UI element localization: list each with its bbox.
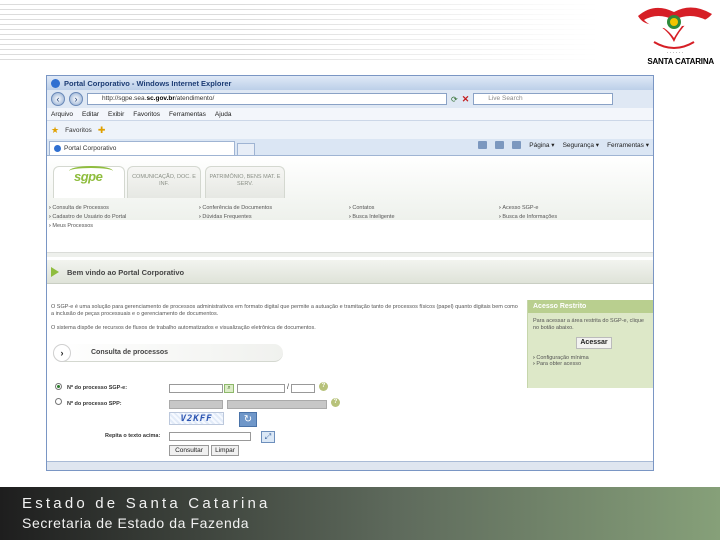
address-bar: ‹ › http://sgpe.sea.sc.gov.br/atendiment…	[47, 90, 653, 108]
link-busca-informacoes[interactable]: Busca de Informações	[499, 213, 557, 222]
decorative-stripes	[0, 0, 600, 60]
tab-sgpe[interactable]: sgpe	[53, 166, 125, 198]
captcha-input[interactable]	[169, 432, 251, 441]
label-captcha: Repita o texto acima:	[105, 433, 161, 439]
url-prefix: http://sgpe.sea.	[102, 95, 147, 102]
menu-bar: Arquivo Editar Exibir Favoritos Ferramen…	[47, 108, 653, 121]
link-duvidas-frequentes[interactable]: Dúvidas Frequentes	[199, 213, 272, 222]
consulta-title: Consulta de processos	[91, 349, 169, 356]
restricted-links: Configuração mínima Para obter acesso	[528, 349, 653, 367]
welcome-banner: Bem vindo ao Portal Corporativo	[47, 260, 653, 284]
stop-icon[interactable]: ✕	[462, 94, 470, 105]
menu-item-favoritos[interactable]: Favoritos	[133, 111, 160, 118]
link-acesso-sgpe[interactable]: Acesso SGP-e	[499, 204, 557, 213]
search-input[interactable]: Live Search	[473, 93, 614, 105]
page-icon	[54, 145, 61, 152]
svg-text:· · · · · ·: · · · · · ·	[667, 50, 684, 56]
audio-captcha-icon[interactable]: ⤢	[261, 431, 275, 443]
link-consulta-processos[interactable]: Consulta de Processos	[49, 204, 126, 213]
link-conferencia-documentos[interactable]: Conferência de Documentos	[199, 204, 272, 213]
footer-secretariat: Secretaria de Estado da Fazenda	[22, 515, 250, 531]
spp-number-field[interactable]	[169, 400, 223, 409]
help-icon-spp[interactable]: ?	[331, 398, 340, 407]
add-favorite-icon[interactable]: ✚	[98, 125, 106, 136]
intro-paragraph-2: O sistema dispõe de recursos de fluxos d…	[51, 325, 316, 331]
intro-text: O SGP-e é uma solução para gerenciamento…	[51, 304, 519, 339]
url-suffix: /atendimento/	[174, 95, 215, 102]
radio-sgpe[interactable]	[55, 383, 62, 390]
favorites-bar: ★ Favoritos ✚	[47, 121, 653, 139]
status-bar	[47, 461, 653, 470]
spp-number-field-2[interactable]	[227, 400, 327, 409]
tab-portal-corporativo[interactable]: Portal Corporativo	[49, 141, 235, 155]
url-input[interactable]: http://sgpe.sea.sc.gov.br/atendimento/	[87, 93, 447, 105]
limpar-button[interactable]: Limpar	[211, 445, 239, 456]
tab-bar: Portal Corporativo Página ▾ Segurança ▾ …	[47, 139, 653, 156]
security-menu[interactable]: Segurança ▾	[563, 141, 600, 149]
home-icon[interactable]	[478, 141, 488, 149]
state-name-label: SANTA CATARINA	[647, 57, 714, 66]
restricted-access-title: Acesso Restrito	[528, 300, 653, 313]
restricted-access-panel: Acesso Restrito Para acessar a área rest…	[527, 300, 653, 388]
menu-item-exibir[interactable]: Exibir	[108, 111, 124, 118]
links-column-4: Acesso SGP-e Busca de Informações	[499, 204, 557, 222]
command-bar: Página ▾ Segurança ▾ Ferramentas ▾	[478, 141, 649, 149]
radio-spp[interactable]	[55, 398, 62, 405]
print-icon[interactable]	[512, 141, 522, 149]
menu-item-editar[interactable]: Editar	[82, 111, 99, 118]
url-domain: sc.gov.br	[146, 95, 175, 102]
link-obter-acesso[interactable]: Para obter acesso	[533, 361, 650, 367]
feeds-icon[interactable]	[495, 141, 505, 149]
link-contatos[interactable]: Contatos	[349, 204, 395, 213]
section-divider	[47, 252, 653, 257]
tab-comunicacao[interactable]: COMUNICAÇÃO, DOC. E INF.	[127, 166, 201, 198]
refresh-captcha-icon[interactable]: ↻	[239, 412, 257, 427]
links-column-3: Contatos Busca Inteligente	[349, 204, 395, 222]
forward-button[interactable]: ›	[69, 92, 83, 106]
slash-separator: /	[287, 384, 289, 391]
refresh-icon[interactable]: ⟳	[451, 95, 458, 104]
menu-item-ajuda[interactable]: Ajuda	[215, 111, 232, 118]
label-sgpe: Nº do processo SGP-e:	[67, 385, 128, 391]
search-icon[interactable]: ⌕	[224, 384, 234, 393]
footer-state: Estado de Santa Catarina	[22, 495, 271, 512]
back-button[interactable]: ‹	[51, 92, 65, 106]
restricted-access-text: Para acessar a área restrita do SGP-e, c…	[533, 318, 644, 331]
link-cadastro-usuario[interactable]: Cadastro de Usuário do Portal	[49, 213, 126, 222]
consulta-heading: › Consulta de processos	[53, 344, 283, 362]
links-column-2: Conferência de Documentos Dúvidas Freque…	[199, 204, 272, 222]
slide-footer: Estado de Santa Catarina Secretaria de E…	[0, 487, 720, 540]
consultar-button[interactable]: Consultar	[169, 445, 209, 456]
ie-icon	[51, 78, 60, 88]
sgpe-logo: sgpe	[68, 166, 114, 184]
tab-patrimonio[interactable]: PATRIMÔNIO, BENS MAT. E SERV.	[205, 166, 285, 198]
link-busca-inteligente[interactable]: Busca Inteligente	[349, 213, 394, 222]
links-column-1: Consulta de Processos Cadastro de Usuári…	[49, 204, 126, 231]
favorites-star-icon[interactable]: ★	[51, 125, 59, 136]
window-title: Portal Corporativo - Windows Internet Ex…	[64, 78, 232, 88]
tools-menu[interactable]: Ferramentas ▾	[607, 141, 649, 149]
acessar-button[interactable]: Acessar	[576, 337, 612, 349]
new-tab-button[interactable]	[237, 143, 255, 155]
captcha-image: V2KFF	[169, 412, 224, 425]
menu-item-ferramentas[interactable]: Ferramentas	[169, 111, 206, 118]
sgpe-year-field[interactable]	[291, 384, 315, 393]
favorites-button[interactable]: Favoritos	[65, 127, 92, 134]
sgpe-number-field[interactable]	[169, 384, 223, 393]
help-icon[interactable]: ?	[319, 382, 328, 391]
web-page: sgpe COMUNICAÇÃO, DOC. E INF. PATRIMÔNIO…	[47, 156, 653, 458]
label-spp: Nº do processo SPP:	[67, 401, 122, 407]
browser-window: Portal Corporativo - Windows Internet Ex…	[46, 75, 654, 471]
menu-item-arquivo[interactable]: Arquivo	[51, 111, 73, 118]
browser-titlebar: Portal Corporativo - Windows Internet Ex…	[47, 76, 653, 90]
page-menu[interactable]: Página ▾	[529, 141, 554, 149]
welcome-title: Bem vindo ao Portal Corporativo	[67, 268, 185, 277]
tab-label: Portal Corporativo	[64, 145, 117, 152]
sgpe-number-field-2[interactable]	[237, 384, 285, 393]
intro-paragraph-1: O SGP-e é uma solução para gerenciamento…	[51, 304, 518, 317]
arrow-icon	[51, 267, 59, 277]
chevron-right-icon: ›	[53, 344, 71, 362]
link-meus-processos[interactable]: Meus Processos	[49, 222, 126, 231]
